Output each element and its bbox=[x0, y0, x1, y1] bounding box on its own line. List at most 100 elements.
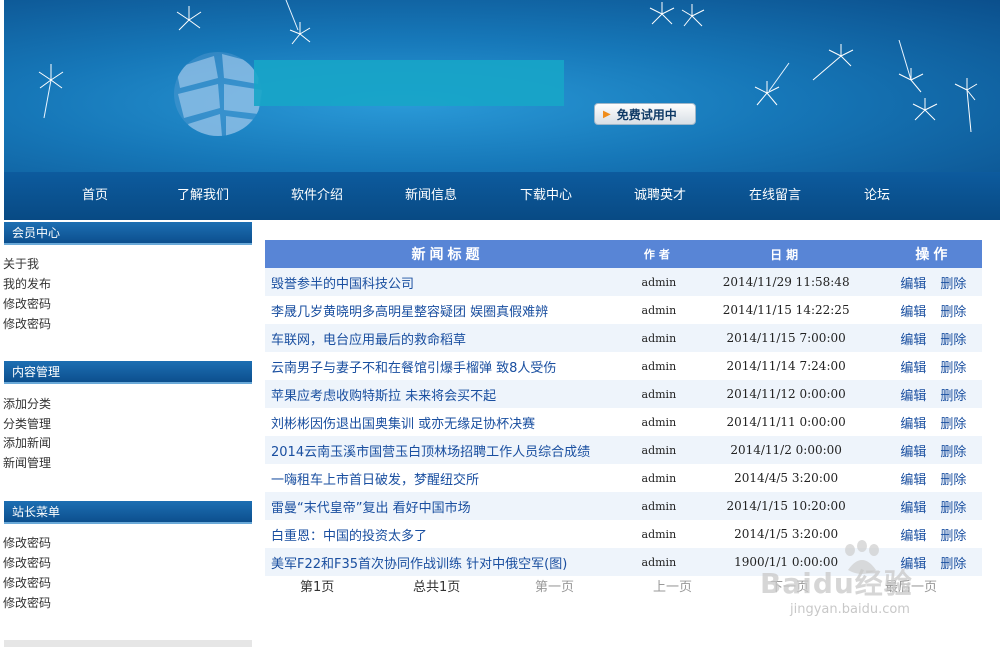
edit-link[interactable]: 编辑 bbox=[900, 473, 926, 488]
delete-link[interactable]: 删除 bbox=[940, 305, 966, 320]
delete-link[interactable]: 删除 bbox=[940, 333, 966, 348]
nav-item-news[interactable]: 新闻信息 bbox=[405, 172, 457, 220]
nav-item-forum[interactable]: 论坛 bbox=[864, 172, 890, 220]
news-author: admin bbox=[630, 492, 688, 520]
dandelion-decoration-icon bbox=[754, 62, 790, 106]
table-row: 车联网，电台应用最后的救命稻草 admin 2014/11/15 7:00:00 编辑… bbox=[265, 324, 982, 352]
dandelion-decoration-icon bbox=[649, 2, 705, 27]
news-table-body: 毁誉参半的中国科技公司 admin 2014/11/29 11:58:48 编辑 删除李… bbox=[265, 268, 982, 576]
pager-first-link[interactable]: 第一页 bbox=[535, 576, 574, 595]
table-header-row: 新闻标题 作者 日期 操作 bbox=[265, 240, 982, 268]
news-title-link[interactable]: 云南男子与妻子不和在餐馆引爆手榴弹 致8人受伤 bbox=[265, 352, 631, 380]
news-title-link[interactable]: 车联网，电台应用最后的救命稻草 bbox=[265, 324, 631, 352]
sidebar-section-title: 站长菜单 bbox=[4, 501, 252, 524]
sidebar-link-change-password[interactable]: 修改密码 bbox=[3, 534, 51, 552]
edit-link[interactable]: 编辑 bbox=[900, 417, 926, 432]
news-title-link[interactable]: 2014云南玉溪市国营玉白顶林场招聘工作人员综合成绩 bbox=[265, 436, 631, 464]
edit-link[interactable]: 编辑 bbox=[900, 501, 926, 516]
news-author: admin bbox=[630, 380, 688, 408]
news-author: admin bbox=[630, 352, 688, 380]
sidebar-link-my-posts[interactable]: 我的发布 bbox=[3, 275, 51, 293]
news-date: 2014/11/11 0:00:00 bbox=[687, 408, 885, 436]
dandelion-decoration-icon bbox=[285, 0, 311, 45]
pager-current-page: 第1页 bbox=[300, 580, 335, 595]
row-actions: 编辑 删除 bbox=[884, 492, 982, 520]
baidu-watermark: Baidu经验 jingyan.baidu.com bbox=[760, 540, 990, 640]
row-actions: 编辑 删除 bbox=[884, 464, 982, 492]
news-author: admin bbox=[630, 296, 688, 324]
sidebar-link-change-password[interactable]: 修改密码 bbox=[3, 554, 51, 572]
news-table: 新闻标题 作者 日期 操作 毁誉参半的中国科技公司 admin 2014/11/29… bbox=[265, 240, 982, 576]
news-title-link[interactable]: 毁誉参半的中国科技公司 bbox=[265, 268, 631, 296]
nav-item-software[interactable]: 软件介绍 bbox=[291, 172, 343, 220]
nav-item-about[interactable]: 了解我们 bbox=[177, 172, 229, 220]
sidebar-link-news-manage[interactable]: 新闻管理 bbox=[3, 454, 51, 472]
news-author: admin bbox=[630, 548, 688, 576]
sidebar-link-change-password[interactable]: 修改密码 bbox=[3, 315, 51, 333]
news-date: 2014/11/15 14:22:25 bbox=[687, 296, 885, 324]
delete-link[interactable]: 删除 bbox=[940, 361, 966, 376]
main-nav: 首页 了解我们 软件介绍 新闻信息 下载中心 诚聘英才 在线留言 论坛 bbox=[4, 172, 1000, 220]
row-actions: 编辑 删除 bbox=[884, 408, 982, 436]
sidebar-link-about-me[interactable]: 关于我 bbox=[3, 255, 39, 273]
news-title-link[interactable]: 美军F22和F35首次协同作战训练 针对中俄空军(图) bbox=[265, 548, 631, 576]
sidebar-section-title: 内容管理 bbox=[4, 361, 252, 384]
nav-item-download[interactable]: 下载中心 bbox=[520, 172, 572, 220]
free-trial-button[interactable]: ▶ 免费试用中 bbox=[594, 103, 696, 125]
sidebar-link-add-category[interactable]: 添加分类 bbox=[3, 395, 51, 413]
table-row: 李晟几岁黄晓明多高明星整容疑团 娱圈真假难辨 admin 2014/11/15 14… bbox=[265, 296, 982, 324]
table-row: 云南男子与妻子不和在餐馆引爆手榴弹 致8人受伤 admin 2014/11/14 7… bbox=[265, 352, 982, 380]
delete-link[interactable]: 删除 bbox=[940, 417, 966, 432]
column-header-author: 作者 bbox=[630, 240, 688, 268]
sidebar-footer-bar bbox=[4, 640, 252, 647]
table-row: 毁誉参半的中国科技公司 admin 2014/11/29 11:58:48 编辑 删除 bbox=[265, 268, 982, 296]
column-header-title: 新闻标题 bbox=[265, 240, 631, 268]
sidebar-link-change-password[interactable]: 修改密码 bbox=[3, 574, 51, 592]
news-title-link[interactable]: 一嗨租车上市首日破发，梦醒纽交所 bbox=[265, 464, 631, 492]
delete-link[interactable]: 删除 bbox=[940, 445, 966, 460]
pager-prev-link[interactable]: 上一页 bbox=[653, 576, 692, 595]
news-author: admin bbox=[630, 520, 688, 548]
sidebar-link-change-password[interactable]: 修改密码 bbox=[3, 295, 51, 313]
news-title-link[interactable]: 刘彬彬因伤退出国奥集训 或亦无缘足协杯决赛 bbox=[265, 408, 631, 436]
edit-link[interactable]: 编辑 bbox=[900, 305, 926, 320]
news-title-link[interactable]: 苹果应考虑收购特斯拉 未来将会买不起 bbox=[265, 380, 631, 408]
sidebar-link-add-news[interactable]: 添加新闻 bbox=[3, 434, 51, 452]
edit-link[interactable]: 编辑 bbox=[900, 361, 926, 376]
dandelion-decoration-icon bbox=[176, 6, 202, 31]
edit-link[interactable]: 编辑 bbox=[900, 389, 926, 404]
nav-item-careers[interactable]: 诚聘英才 bbox=[634, 172, 686, 220]
row-actions: 编辑 删除 bbox=[884, 352, 982, 380]
sidebar-link-change-password[interactable]: 修改密码 bbox=[3, 594, 51, 612]
sidebar-link-category-manage[interactable]: 分类管理 bbox=[3, 415, 51, 433]
news-title-link[interactable]: 白重恩：中国的投资太多了 bbox=[265, 520, 631, 548]
news-author: admin bbox=[630, 464, 688, 492]
news-date: 2014/11/29 11:58:48 bbox=[687, 268, 885, 296]
news-author: admin bbox=[630, 268, 688, 296]
delete-link[interactable]: 删除 bbox=[940, 389, 966, 404]
sidebar-section-title: 会员中心 bbox=[4, 222, 252, 245]
news-date: 2014/11/14 7:24:00 bbox=[687, 352, 885, 380]
news-author: admin bbox=[630, 436, 688, 464]
news-title-link[interactable]: 李晟几岁黄晓明多高明星整容疑团 娱圈真假难辨 bbox=[265, 296, 631, 324]
edit-link[interactable]: 编辑 bbox=[900, 333, 926, 348]
column-header-date: 日期 bbox=[687, 240, 885, 268]
nav-item-home[interactable]: 首页 bbox=[82, 172, 108, 220]
row-actions: 编辑 删除 bbox=[884, 268, 982, 296]
news-title-link[interactable]: 雷曼“末代皇帝”复出 看好中国市场 bbox=[265, 492, 631, 520]
nav-item-message[interactable]: 在线留言 bbox=[749, 172, 801, 220]
table-row: 雷曼“末代皇帝”复出 看好中国市场 admin 2014/1/15 10:20:00… bbox=[265, 492, 982, 520]
news-date: 2014/1/15 10:20:00 bbox=[687, 492, 885, 520]
watermark-title: Baidu经验 bbox=[760, 567, 913, 600]
banner-highlight-strip bbox=[254, 60, 564, 106]
edit-link[interactable]: 编辑 bbox=[900, 277, 926, 292]
delete-link[interactable]: 删除 bbox=[940, 277, 966, 292]
edit-link[interactable]: 编辑 bbox=[900, 445, 926, 460]
delete-link[interactable]: 删除 bbox=[940, 473, 966, 488]
pager-total-pages: 总共1页 bbox=[413, 580, 461, 595]
news-author: admin bbox=[630, 408, 688, 436]
news-date: 2014/4/5 3:20:00 bbox=[687, 464, 885, 492]
delete-link[interactable]: 删除 bbox=[940, 501, 966, 516]
column-header-ops: 操作 bbox=[884, 240, 982, 268]
news-author: admin bbox=[630, 324, 688, 352]
